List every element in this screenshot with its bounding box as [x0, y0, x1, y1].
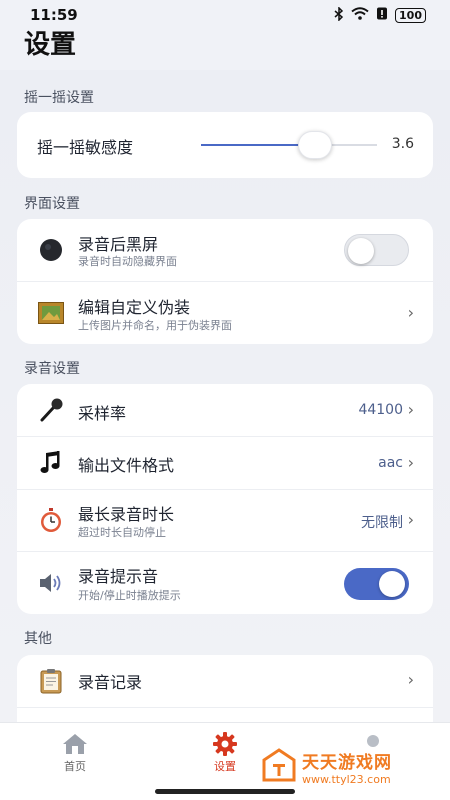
- nav-home[interactable]: 首页: [40, 731, 110, 774]
- sample-rate-row[interactable]: 采样率 44100 ›: [17, 384, 433, 436]
- chevron-right-icon: ›: [407, 453, 414, 472]
- black-screen-toggle[interactable]: [344, 234, 409, 266]
- notification-icon: [376, 7, 388, 23]
- nav-home-label: 首页: [64, 760, 86, 773]
- home-icon: [40, 731, 110, 757]
- sample-rate-value: 44100: [358, 402, 403, 418]
- microphone-icon: [37, 396, 65, 424]
- disguise-row[interactable]: 编辑自定义伪装 上传图片并命名，用于伪装界面 ›: [17, 281, 433, 344]
- chevron-right-icon: ›: [407, 670, 414, 689]
- shake-sensitivity-label: 摇一摇敏感度: [37, 138, 134, 157]
- sample-rate-title: 采样率: [78, 404, 127, 423]
- watermark-logo: [262, 748, 296, 786]
- section-title-interface: 界面设置: [24, 196, 80, 212]
- nav-settings[interactable]: 设置: [190, 731, 260, 774]
- max-duration-value: 无限制: [361, 515, 403, 531]
- stopwatch-icon: [37, 507, 65, 535]
- home-indicator: [155, 789, 295, 794]
- chevron-right-icon: ›: [407, 400, 414, 419]
- black-screen-title: 录音后黑屏: [78, 235, 159, 254]
- watermark: 天天游戏网 www.ttyl23.com: [262, 748, 392, 786]
- black-screen-icon: [37, 236, 65, 264]
- other-card: 录音记录 ›: [17, 655, 433, 722]
- prompt-sound-title: 录音提示音: [78, 567, 159, 586]
- black-screen-subtitle: 录音时自动隐藏界面: [78, 255, 177, 268]
- picture-frame-icon: [37, 299, 65, 327]
- next-row[interactable]: [17, 707, 433, 722]
- slider-thumb[interactable]: [298, 131, 333, 159]
- settings-scroll-area[interactable]: 摇一摇设置 摇一摇敏感度 3.6 界面设置 录音后黑屏 录音时自动隐藏界面 编辑…: [0, 70, 450, 722]
- prompt-sound-toggle[interactable]: [344, 568, 409, 600]
- records-title: 录音记录: [78, 673, 143, 692]
- page-title: 设置: [24, 30, 77, 60]
- interface-card: 录音后黑屏 录音时自动隐藏界面 编辑自定义伪装 上传图片并命名，用于伪装界面 ›: [17, 219, 433, 344]
- shake-sensitivity-slider[interactable]: [201, 131, 377, 159]
- section-title-shake: 摇一摇设置: [24, 90, 94, 106]
- prompt-sound-subtitle: 开始/停止时播放提示: [78, 589, 181, 602]
- section-title-other: 其他: [24, 631, 52, 647]
- shake-card: 摇一摇敏感度 3.6: [17, 112, 433, 178]
- records-row[interactable]: 录音记录 ›: [17, 655, 433, 707]
- format-value: aac: [378, 455, 403, 471]
- shake-sensitivity-value: 3.6: [391, 136, 414, 152]
- gear-icon: [190, 731, 260, 757]
- toggle-knob: [348, 238, 374, 264]
- clipboard-icon: [37, 667, 65, 695]
- max-duration-row[interactable]: 最长录音时长 超过时长自动停止 无限制 ›: [17, 489, 433, 551]
- bluetooth-icon: [334, 5, 344, 24]
- disguise-subtitle: 上传图片并命名，用于伪装界面: [78, 319, 232, 332]
- music-note-icon: [37, 449, 65, 477]
- max-duration-title: 最长录音时长: [78, 505, 175, 524]
- status-icons: 100: [334, 5, 426, 24]
- section-title-recording: 录音设置: [24, 361, 80, 377]
- recording-card: 采样率 44100 › 输出文件格式 aac › 最长录音时长 超过时长自动停止…: [17, 384, 433, 614]
- format-title: 输出文件格式: [78, 456, 175, 475]
- chevron-right-icon: ›: [407, 303, 414, 322]
- nav-settings-label: 设置: [214, 760, 236, 773]
- disguise-title: 编辑自定义伪装: [78, 298, 191, 317]
- toggle-knob: [379, 571, 405, 597]
- battery-indicator: 100: [395, 7, 426, 23]
- wifi-icon: [351, 7, 369, 23]
- prompt-sound-row[interactable]: 录音提示音 开始/停止时播放提示: [17, 551, 433, 614]
- watermark-url: www.ttyl23.com: [302, 773, 391, 786]
- speaker-icon: [37, 569, 65, 597]
- black-screen-row[interactable]: 录音后黑屏 录音时自动隐藏界面: [17, 219, 433, 281]
- format-row[interactable]: 输出文件格式 aac ›: [17, 436, 433, 489]
- status-time: 11:59: [30, 6, 78, 24]
- chevron-right-icon: ›: [407, 510, 414, 529]
- max-duration-subtitle: 超过时长自动停止: [78, 526, 166, 539]
- watermark-title: 天天游戏网: [302, 753, 392, 773]
